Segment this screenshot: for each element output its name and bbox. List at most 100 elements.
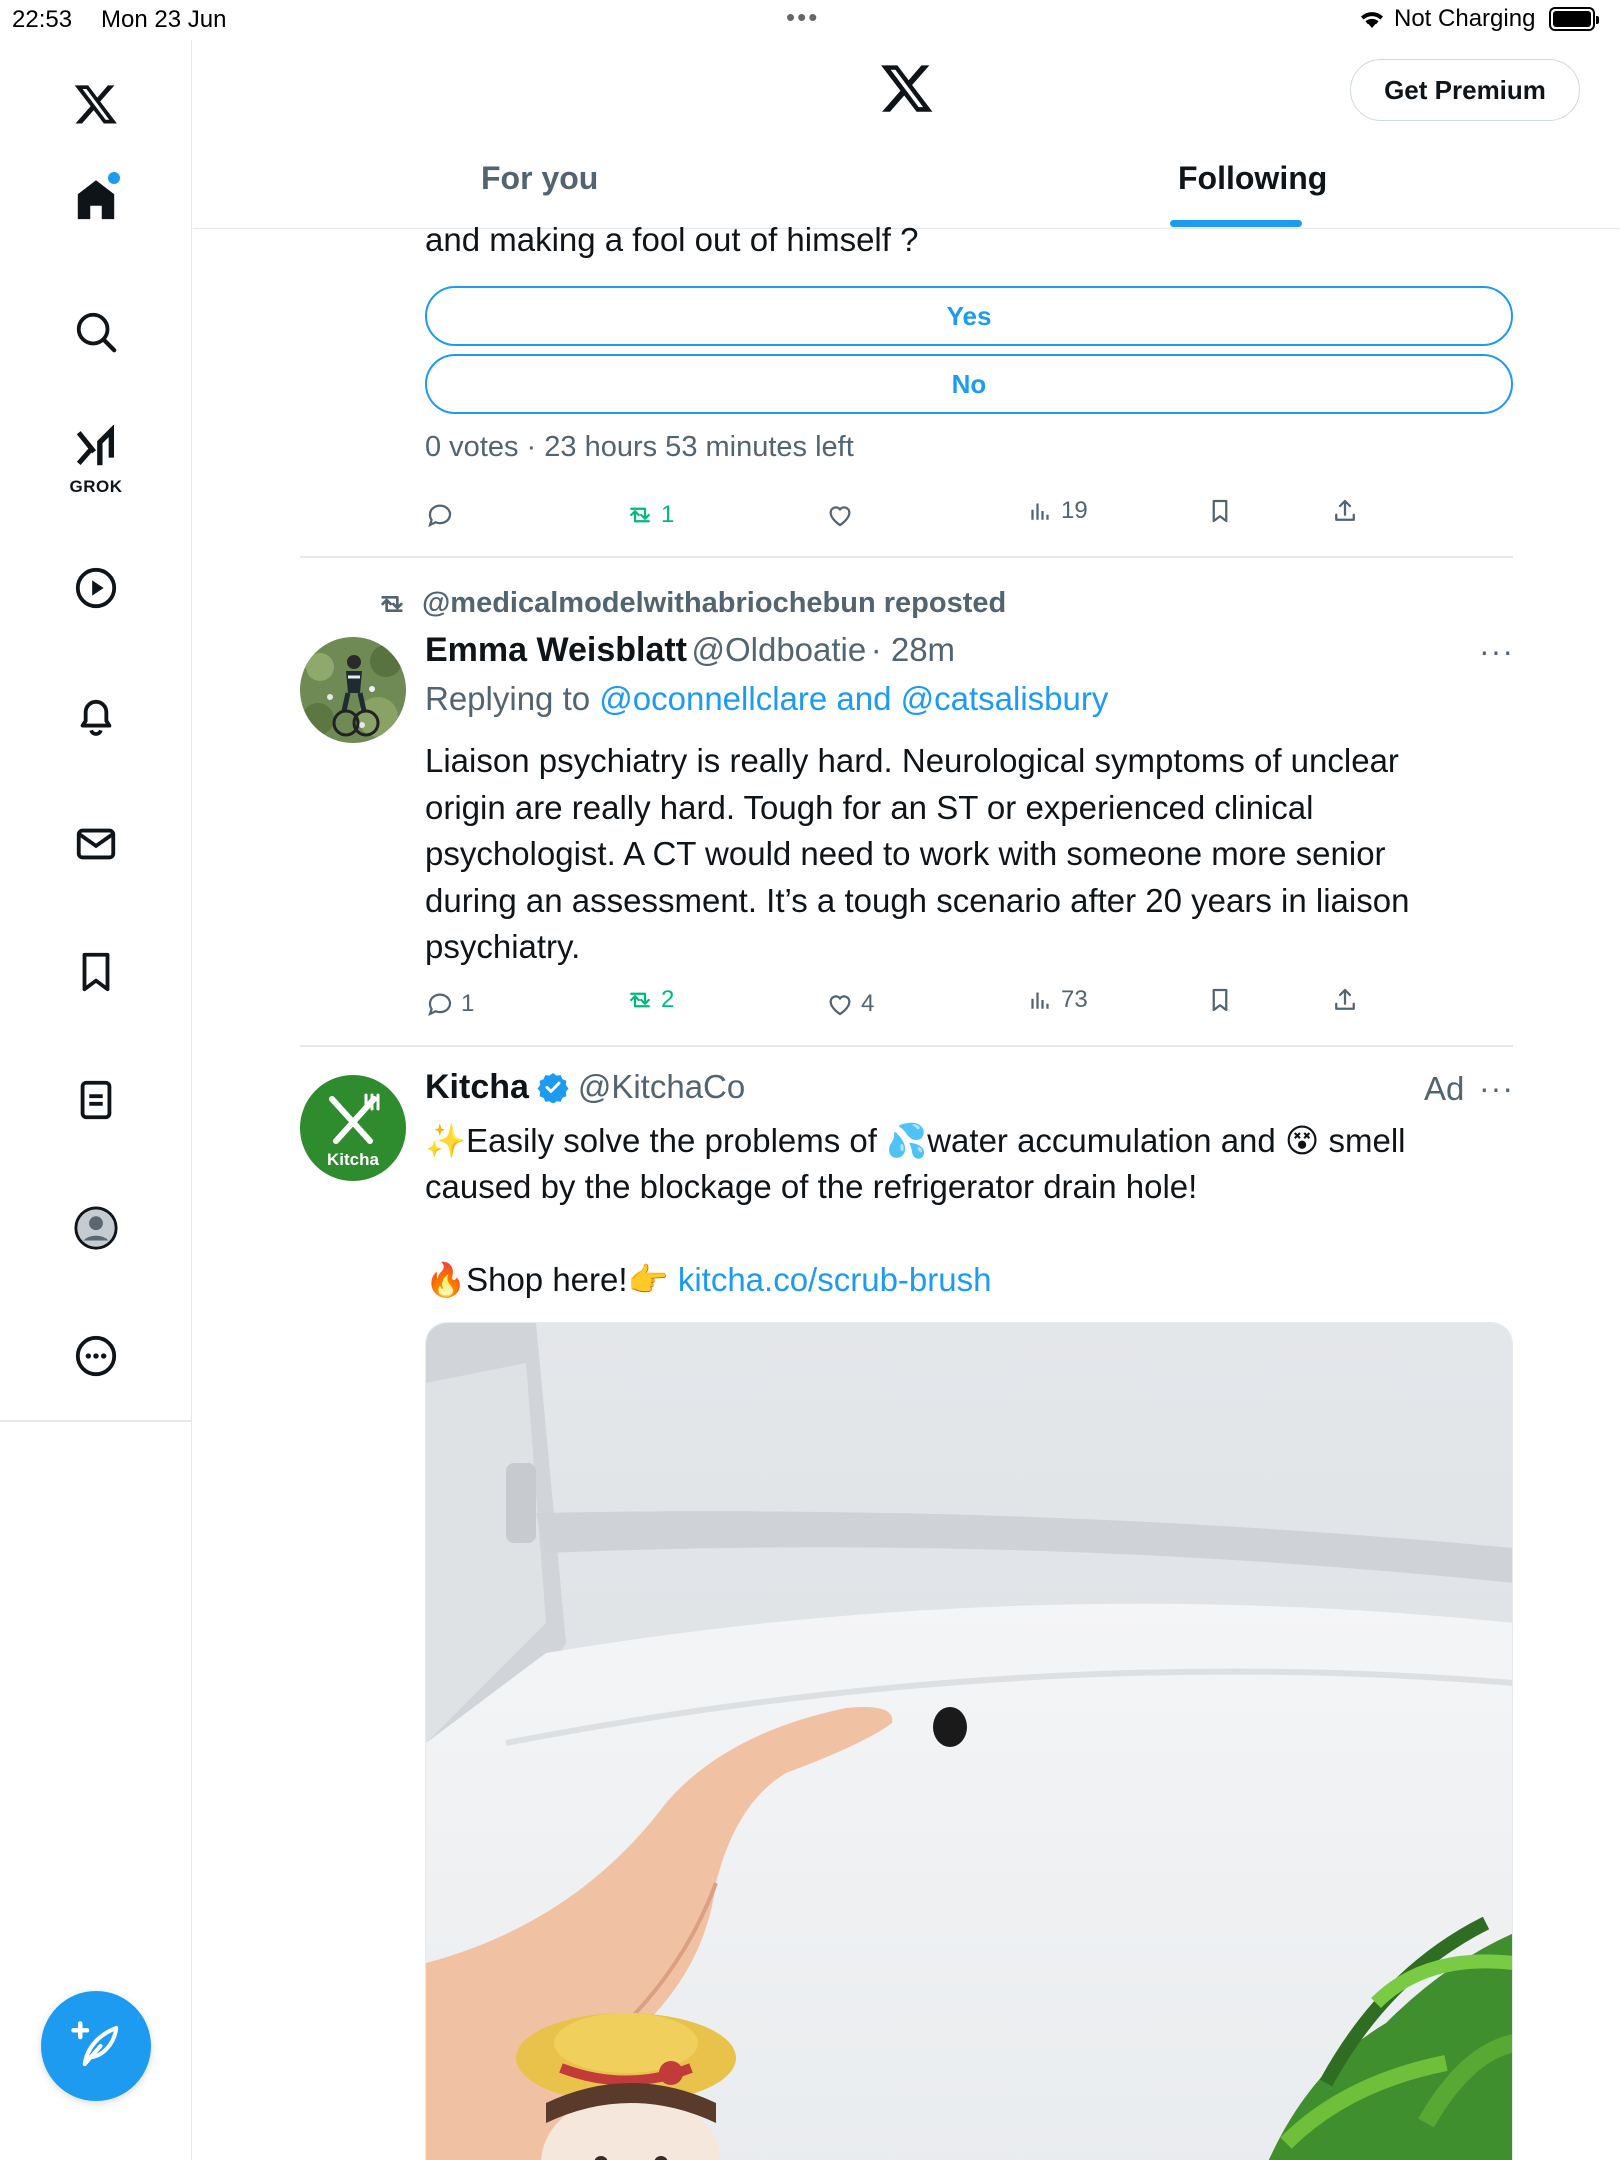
verified-badge-icon xyxy=(537,1073,569,1103)
like-button[interactable]: 4 xyxy=(825,989,874,1019)
search-icon[interactable] xyxy=(60,296,132,368)
views-chart-icon xyxy=(1031,992,1049,1009)
repost-icon xyxy=(630,992,650,1008)
views-button[interactable]: 19 xyxy=(1025,496,1088,526)
grok-label: GROK xyxy=(69,477,123,496)
bookmark-button[interactable] xyxy=(1205,496,1235,526)
shop-link[interactable]: kitcha.co/scrub-brush xyxy=(678,1261,992,1298)
replying-to-users[interactable]: @oconnellclare and @catsalisbury xyxy=(599,680,1108,717)
replying-to: Replying to @oconnellclare and @catsalis… xyxy=(425,680,1108,718)
views-button[interactable]: 73 xyxy=(1025,985,1088,1015)
pointing-hand-emoji-icon: 👉 xyxy=(627,1261,669,1298)
post-divider xyxy=(300,1045,1513,1047)
video-play-icon[interactable] xyxy=(60,552,132,624)
mail-icon[interactable] xyxy=(60,808,132,880)
more-options-icon[interactable]: ··· xyxy=(1479,633,1514,670)
charging-status: Not Charging xyxy=(1394,5,1536,32)
reply-count: 1 xyxy=(461,990,475,1017)
home-notification-dot xyxy=(108,172,120,184)
timeline-header: Get Premium For you Following xyxy=(193,40,1620,229)
bookmark-button[interactable] xyxy=(1205,985,1235,1015)
views-chart-icon xyxy=(1031,503,1049,520)
author-handle[interactable]: @Oldboatie xyxy=(691,631,866,668)
compose-post-icon xyxy=(71,2021,119,2067)
water-drops-emoji-icon: 💦 xyxy=(886,1122,928,1159)
repost-count: 1 xyxy=(661,501,675,528)
author-name[interactable]: Emma Weisblatt xyxy=(425,631,687,669)
ad-text-part: smell xyxy=(1319,1122,1406,1159)
replying-to-prefix: Replying to xyxy=(425,680,600,717)
bookmark-icon[interactable] xyxy=(60,936,132,1008)
sparkles-emoji-icon: ✨ xyxy=(425,1122,467,1159)
repost-attribution: @medicalmodelwithabriochebun reposted xyxy=(376,587,1006,620)
kitcha-avatar[interactable]: Kitcha xyxy=(300,1075,406,1181)
fork-knife-logo-icon: Kitcha xyxy=(327,1093,380,1169)
like-button[interactable] xyxy=(825,500,861,530)
grok-icon[interactable] xyxy=(60,420,132,476)
share-button[interactable] xyxy=(1330,496,1360,526)
ad-text-part: Easily solve the problems of xyxy=(466,1122,887,1159)
repost-button[interactable]: 2 xyxy=(625,985,674,1015)
kitcha-avatar-label: Kitcha xyxy=(327,1150,380,1169)
post-body: Liaison psychiatry is really hard. Neuro… xyxy=(425,742,1410,965)
ad-label: Ad xyxy=(1424,1070,1465,1107)
share-icon xyxy=(1335,499,1355,521)
repost-count: 2 xyxy=(661,986,675,1013)
status-time: 22:53 xyxy=(12,6,73,33)
fridge-video-still xyxy=(426,1323,1512,2160)
poll-post-actions: 1 19 xyxy=(425,497,1525,540)
get-premium-button[interactable]: Get Premium xyxy=(1350,59,1580,121)
bookmark-icon xyxy=(1212,988,1228,1012)
heart-icon xyxy=(829,506,851,527)
repost-button[interactable]: 1 xyxy=(625,500,674,530)
post-author-line: Emma Weisblatt @Oldboatie · 28m xyxy=(425,631,955,670)
ad-text-part: water accumulation and xyxy=(927,1122,1285,1159)
ad-body: ✨Easily solve the problems of 💦water acc… xyxy=(425,1118,1505,1210)
post-time: · 28m xyxy=(870,631,956,668)
ad-video[interactable] xyxy=(425,1322,1513,2160)
wifi-icon xyxy=(1361,12,1383,28)
author-name[interactable]: Kitcha xyxy=(425,1068,529,1106)
repost-attribution-text: @medicalmodelwithabriochebun reposted xyxy=(422,587,1007,619)
more-options-icon[interactable]: ··· xyxy=(1479,1070,1514,1107)
fire-emoji-icon: 🔥 xyxy=(425,1261,467,1298)
ad-author-line: Kitcha @KitchaCo xyxy=(425,1068,745,1107)
x-logo-icon[interactable] xyxy=(60,68,132,140)
reply-icon xyxy=(428,504,452,528)
bell-icon[interactable] xyxy=(60,680,132,752)
dizzy-face-emoji-icon: 😵 xyxy=(1284,1122,1320,1159)
avatar[interactable] xyxy=(300,637,406,743)
tab-for-you[interactable]: For you xyxy=(481,160,598,197)
poll-option-yes[interactable]: Yes xyxy=(425,286,1513,346)
profile-avatar-icon[interactable] xyxy=(60,1192,132,1264)
ad-text-part: caused by the blockage of the refrigerat… xyxy=(425,1168,1198,1205)
ad-shop-line: 🔥Shop here!👉 kitcha.co/scrub-brush xyxy=(425,1257,1505,1303)
poll-meta: 0 votes · 23 hours 53 minutes left xyxy=(425,431,854,463)
active-tab-indicator xyxy=(1170,220,1302,227)
reply-icon xyxy=(428,993,452,1017)
status-bar: 22:53 Mon 23 Jun ••• Not Charging xyxy=(0,0,1620,40)
status-date: Mon 23 Jun xyxy=(101,6,227,33)
shop-text: Shop here! xyxy=(466,1261,628,1298)
compose-post-button[interactable] xyxy=(41,1991,151,2101)
sidebar: GROK xyxy=(0,40,192,2160)
reply-button[interactable]: 1 xyxy=(425,989,474,1019)
multitasking-dots-icon[interactable]: ••• xyxy=(786,2,819,33)
battery-icon xyxy=(1549,7,1600,31)
reply-button[interactable] xyxy=(425,500,461,530)
share-button[interactable] xyxy=(1330,985,1360,1015)
views-count: 73 xyxy=(1061,986,1088,1013)
bookmark-icon xyxy=(1212,499,1228,523)
list-icon[interactable] xyxy=(60,1064,132,1136)
author-handle[interactable]: @KitchaCo xyxy=(578,1068,745,1105)
home-icon[interactable] xyxy=(60,164,132,236)
x-logo-icon[interactable] xyxy=(879,60,935,116)
tab-following[interactable]: Following xyxy=(1178,160,1327,197)
views-count: 19 xyxy=(1061,497,1088,524)
repost-icon xyxy=(630,507,650,523)
heart-icon xyxy=(829,995,851,1016)
more-circle-icon[interactable] xyxy=(60,1320,132,1392)
cyclist-avatar-image xyxy=(300,637,406,743)
poll-post-text: and making a fool out of himself ? xyxy=(425,221,919,258)
poll-option-no[interactable]: No xyxy=(425,354,1513,414)
